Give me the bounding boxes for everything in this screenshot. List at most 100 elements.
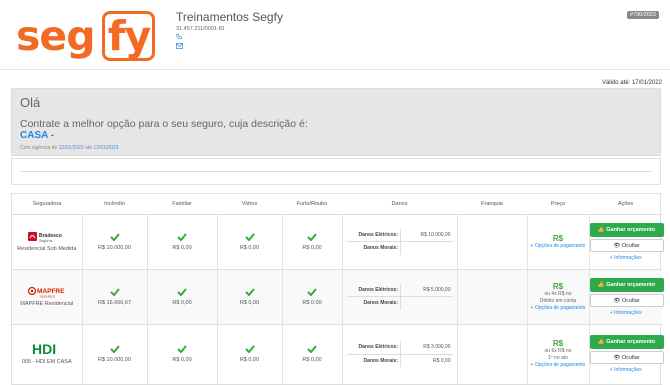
damages-cell: Danos Elétricos: R$ 5.000,00 Danos Morais…: [342, 269, 458, 325]
more-info-link[interactable]: + Informações: [610, 255, 642, 261]
price-value: R$: [552, 339, 564, 348]
price-cell: R$ ou 6x R$ no 1º no ato + Opções de pag…: [527, 324, 590, 385]
page-header: seg fy Treinamentos Segfy 31.457.211/000…: [0, 0, 670, 70]
moral-damage-label: Danos Morais:: [346, 354, 401, 367]
moral-damage-value: R$ 0,00: [432, 357, 451, 364]
check-icon: [307, 232, 317, 241]
more-info-link[interactable]: + Informações: [610, 310, 642, 316]
price-value: R$: [552, 233, 564, 243]
check-icon: [109, 232, 120, 241]
hero-panel: Olá Contrate a melhor opção para o seu s…: [11, 88, 661, 156]
hide-label: Ocultar: [621, 355, 640, 361]
price-value: R$: [552, 281, 564, 291]
damages-cell: Danos Elétricos: R$ 3.000,00 Danos Morais…: [342, 324, 458, 385]
more-info-link[interactable]: + Informações: [610, 367, 642, 373]
actions-cell: 👍 Ganhar orçamento 👁 Ocultar + Informaçõ…: [589, 269, 664, 325]
damages-table: Danos Elétricos: R$ 5.000,00 Danos Morais…: [346, 283, 453, 310]
check-icon: [109, 287, 120, 296]
moral-damage-label: Danos Morais:: [346, 241, 401, 255]
validity-mid: até: [85, 145, 93, 151]
check-icon: [307, 287, 317, 296]
family-value: R$ 0,00: [172, 357, 192, 363]
segfy-logo: seg fy: [16, 11, 156, 61]
glass-value: R$ 0,00: [239, 299, 260, 306]
hide-button[interactable]: 👁 Ocultar: [589, 238, 664, 252]
logo-text-fy: fy: [107, 12, 152, 60]
price-cell: R$ ou 4x R$ no Débito em conta + Opções …: [527, 269, 590, 325]
installment-detail: 1º no ato: [548, 355, 568, 361]
hide-button[interactable]: 👁 Ocultar: [589, 351, 664, 364]
get-quote-button[interactable]: 👍 Ganhar orçamento: [589, 222, 664, 237]
col-header-deductible: Franquia: [457, 194, 527, 215]
quotes-table: Seguradora Incêndio Familiar Vidros Furt…: [11, 193, 664, 385]
hero-description: Contrate a melhor opção para o seu segur…: [20, 118, 308, 130]
installment-detail: Débito em conta: [539, 297, 577, 304]
quote-number-badge: #790/2022: [627, 11, 659, 19]
check-icon: [177, 287, 187, 296]
insurer-cell: Bradesco Seguros Residencial Sob Medida: [12, 214, 83, 270]
col-header-actions: Ações: [589, 194, 662, 215]
fire-cell: R$ 10.000,00: [82, 324, 148, 385]
hide-button[interactable]: 👁 Ocultar: [589, 293, 664, 307]
get-quote-label: Ganhar orçamento: [606, 339, 656, 345]
price-cell: R$ + Opções de pagamento: [527, 214, 590, 270]
moral-damage-value: [401, 297, 453, 310]
check-icon: [244, 345, 255, 353]
blank-panel: [11, 158, 661, 185]
hero-greeting: Olá: [20, 95, 41, 110]
payment-options-link[interactable]: + Opções de pagamento: [528, 305, 589, 312]
check-icon: [244, 232, 255, 241]
bradesco-logo: Bradesco Seguros: [27, 231, 62, 243]
eye-icon: 👁: [613, 355, 621, 361]
check-icon: [244, 287, 255, 296]
glass-cell: R$ 0,00: [217, 324, 283, 385]
deductible-cell: [457, 269, 528, 325]
damages-table: Danos Elétricos: R$ 3.000,00 Danos Morais…: [346, 341, 453, 367]
family-cell: R$ 0,00: [147, 324, 218, 385]
electric-damage-value: R$ 5.000,00: [400, 283, 453, 297]
fire-value: R$ 16.666,67: [97, 299, 132, 306]
eye-icon: 👁: [613, 297, 621, 304]
col-header-glass: Vidros: [217, 194, 282, 215]
glass-cell: R$ 0,00: [217, 214, 283, 270]
fire-value: R$ 10.000,00: [97, 244, 132, 251]
actions-cell: 👍 Ganhar orçamento 👁 Ocultar + Informaçõ…: [589, 214, 664, 270]
validity-start-date: 12/01/2022: [58, 145, 84, 151]
check-icon: [109, 345, 120, 353]
payment-options-link[interactable]: + Opções de pagamento: [528, 243, 589, 250]
electric-damage-label: Danos Elétricos:: [346, 228, 401, 242]
insurer-name: Residencial Sob Medida: [17, 245, 77, 252]
phone-icon[interactable]: [176, 33, 182, 40]
damages-cell: Danos Elétricos: R$ 10.000,00 Danos Morai…: [342, 214, 458, 270]
moral-damage-value: [401, 242, 453, 255]
get-quote-button[interactable]: 👍 Ganhar orçamento: [589, 335, 664, 349]
validity-end-date: 12/01/2023: [93, 145, 119, 151]
mail-icon[interactable]: [176, 43, 183, 49]
svg-text:Seguros: Seguros: [39, 239, 53, 243]
get-quote-button[interactable]: 👍 Ganhar orçamento: [589, 277, 664, 292]
theft-value: R$ 0,00: [302, 244, 322, 251]
check-icon: [307, 345, 317, 353]
payment-options-link[interactable]: + Opções de pagamento: [528, 362, 589, 369]
theft-cell: R$ 0,00: [282, 269, 343, 325]
electric-damage-label: Danos Elétricos:: [346, 341, 401, 355]
col-header-family: Familiar: [147, 194, 217, 215]
logo-text-seg: seg: [16, 12, 96, 60]
theft-value: R$ 0,00: [302, 357, 322, 363]
electric-damage-value: R$ 10.000,00: [400, 228, 453, 242]
insurer-cell: HDI 005 - HDI EM CASA: [12, 324, 83, 385]
mapfre-logo: MAPFRE SEGUROS: [27, 286, 65, 298]
svg-text:SEGUROS: SEGUROS: [40, 294, 55, 298]
table-header-row: Seguradora Incêndio Familiar Vidros Furt…: [12, 194, 662, 215]
insurer-name: MAPFRE Residencial: [20, 300, 74, 307]
family-cell: R$ 0,00: [147, 269, 218, 325]
table-row: Bradesco Seguros Residencial Sob Medida …: [12, 214, 664, 270]
col-header-theft: Furto/Roubo: [282, 194, 342, 215]
deductible-cell: [457, 324, 528, 385]
theft-cell: R$ 0,00: [282, 324, 343, 385]
get-quote-label: Ganhar orçamento: [606, 226, 656, 233]
electric-damage-label: Danos Elétricos:: [346, 283, 401, 297]
glass-value: R$ 0,00: [239, 357, 260, 363]
validity-prefix: Com vigência de: [20, 145, 58, 151]
col-header-damages: Danos: [342, 194, 457, 215]
